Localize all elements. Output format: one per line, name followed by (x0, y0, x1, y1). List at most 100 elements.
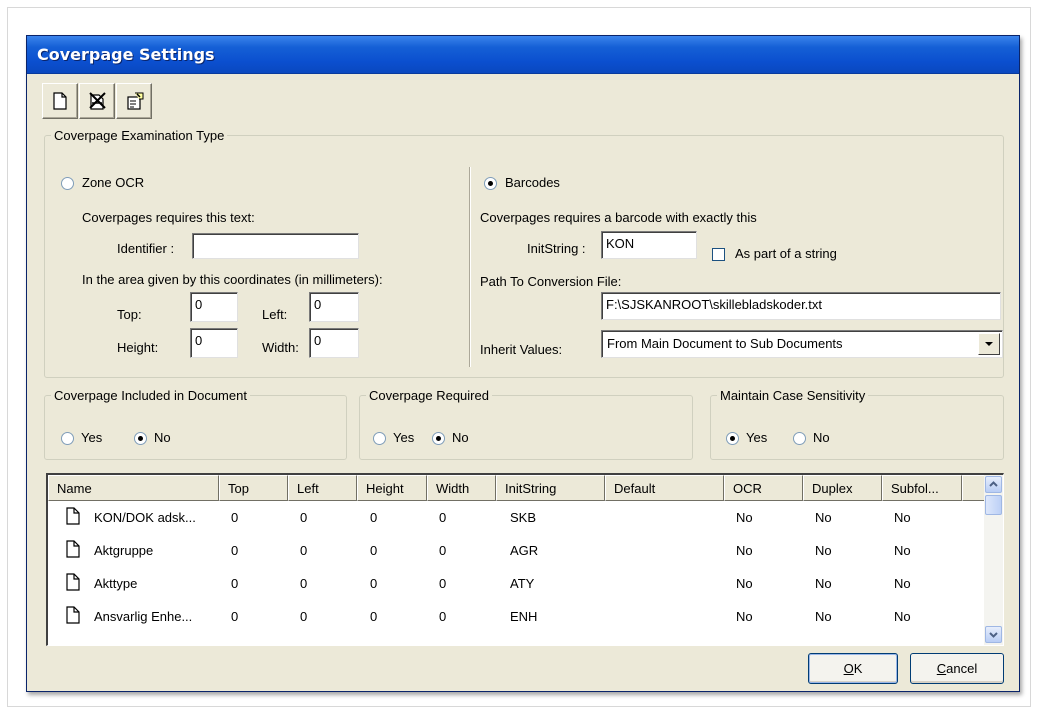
cell-top: 0 (231, 609, 239, 624)
cell-ocr: No (736, 510, 753, 525)
case-yes-radio[interactable] (726, 432, 739, 445)
list-header: Name Top Left Height Width InitString De… (48, 475, 987, 501)
column-header-width[interactable]: Width (427, 475, 496, 501)
cell-duplex: No (815, 576, 832, 591)
conversion-path-label: Path To Conversion File: (480, 274, 622, 289)
included-in-document-group: Coverpage Included in Document (44, 388, 347, 460)
new-document-icon (53, 92, 67, 110)
cell-ocr: No (736, 543, 753, 558)
ok-button-label: OK (843, 661, 863, 676)
chevron-up-icon (989, 481, 998, 487)
document-icon (66, 573, 80, 591)
table-row[interactable]: Ansvarlig Enhe... 0 0 0 0 ENH No No No (48, 601, 987, 633)
barcodes-label: Barcodes (505, 175, 560, 190)
height-label: Height: (117, 340, 159, 355)
left-input[interactable]: 0 (309, 292, 359, 322)
identifier-label: Identifier : (117, 241, 175, 256)
included-yes-radio[interactable] (61, 432, 74, 445)
width-input[interactable]: 0 (309, 328, 359, 358)
cell-top: 0 (231, 576, 239, 591)
inherit-values-label: Inherit Values: (480, 342, 563, 357)
inherit-values-selected: From Main Document to Sub Documents (607, 336, 843, 351)
coverpage-settings-dialog: Coverpage Settings Coverpage Examination… (26, 35, 1020, 692)
required-no-radio[interactable] (432, 432, 445, 445)
cell-left: 0 (300, 609, 308, 624)
column-header-duplex[interactable]: Duplex (803, 475, 882, 501)
title-bar[interactable]: Coverpage Settings (27, 36, 1019, 74)
new-button[interactable] (42, 83, 78, 119)
column-header-name[interactable]: Name (48, 475, 219, 501)
table-row[interactable]: Aktgruppe 0 0 0 0 AGR No No No (48, 535, 987, 567)
scroll-down-button[interactable] (985, 626, 1002, 643)
coverpage-required-group: Coverpage Required (359, 388, 693, 460)
dropdown-arrow-button[interactable] (978, 333, 1000, 355)
delete-button[interactable] (79, 83, 115, 119)
cell-initstring: ATY (510, 576, 535, 591)
case-sensitivity-group: Maintain Case Sensitivity (710, 388, 1004, 460)
top-input[interactable]: 0 (190, 292, 238, 322)
barcodes-radio[interactable] (484, 177, 497, 190)
required-yes-radio[interactable] (373, 432, 386, 445)
ok-button[interactable]: OK (808, 653, 898, 684)
cell-subfolder: No (894, 576, 911, 591)
as-part-of-string-label: As part of a string (735, 246, 837, 261)
properties-icon (127, 92, 144, 110)
cell-height: 0 (370, 543, 378, 558)
included-in-document-legend: Coverpage Included in Document (54, 388, 247, 403)
case-sensitivity-legend: Maintain Case Sensitivity (720, 388, 866, 403)
properties-button[interactable] (116, 83, 152, 119)
cell-name: KON/DOK adsk... (94, 510, 196, 525)
document-icon (66, 540, 80, 558)
cell-name: Aktgruppe (94, 543, 154, 558)
as-part-of-string-checkbox[interactable] (712, 248, 725, 261)
cell-initstring: AGR (510, 543, 539, 558)
identifier-input[interactable] (192, 233, 359, 259)
scroll-thumb[interactable] (985, 495, 1002, 515)
included-no-radio[interactable] (134, 432, 147, 445)
cell-initstring: SKB (510, 510, 537, 525)
cell-height: 0 (370, 510, 378, 525)
cell-left: 0 (300, 543, 308, 558)
case-no-radio[interactable] (793, 432, 806, 445)
cell-duplex: No (815, 543, 832, 558)
document-icon (66, 507, 80, 525)
column-header-top[interactable]: Top (219, 475, 288, 501)
zone-ocr-radio[interactable] (61, 177, 74, 190)
column-header-height[interactable]: Height (357, 475, 427, 501)
required-no-label: No (452, 430, 469, 445)
initstring-input[interactable]: KON (601, 231, 697, 259)
list-vertical-scrollbar[interactable] (984, 475, 1003, 645)
cell-height: 0 (370, 576, 378, 591)
cell-subfolder: No (894, 510, 911, 525)
column-header-default[interactable]: Default (605, 475, 724, 501)
inherit-values-select[interactable]: From Main Document to Sub Documents (601, 330, 1003, 358)
scroll-up-button[interactable] (985, 476, 1002, 493)
cell-ocr: No (736, 576, 753, 591)
cell-width: 0 (439, 510, 447, 525)
chevron-down-icon (989, 632, 998, 638)
cell-left: 0 (300, 510, 308, 525)
cell-name: Akttype (94, 576, 138, 591)
cell-width: 0 (439, 543, 447, 558)
cell-initstring: ENH (510, 609, 538, 624)
cancel-button[interactable]: Cancel (910, 653, 1004, 684)
coverpage-required-legend: Coverpage Required (369, 388, 489, 403)
table-row[interactable]: KON/DOK adsk... 0 0 0 0 SKB No No No (48, 502, 987, 534)
window-title: Coverpage Settings (37, 45, 215, 64)
cell-width: 0 (439, 609, 447, 624)
chevron-down-icon (985, 342, 993, 346)
height-input[interactable]: 0 (190, 328, 238, 358)
column-header-initstring[interactable]: InitString (496, 475, 605, 501)
barcode-requirement-label: Coverpages requires a barcode with exact… (480, 210, 757, 225)
width-label: Width: (262, 340, 299, 355)
column-header-left[interactable]: Left (288, 475, 357, 501)
column-header-subfolder[interactable]: Subfol... (882, 475, 962, 501)
coverpage-list[interactable]: Name Top Left Height Width InitString De… (46, 473, 1004, 646)
table-row[interactable]: Akttype 0 0 0 0 ATY No No No (48, 568, 987, 600)
cell-subfolder: No (894, 609, 911, 624)
conversion-path-input[interactable]: F:\SJSKANROOT\skillebladskoder.txt (601, 292, 1001, 320)
cell-name: Ansvarlig Enhe... (94, 609, 193, 624)
column-header-ocr[interactable]: OCR (724, 475, 803, 501)
cell-left: 0 (300, 576, 308, 591)
cell-top: 0 (231, 543, 239, 558)
